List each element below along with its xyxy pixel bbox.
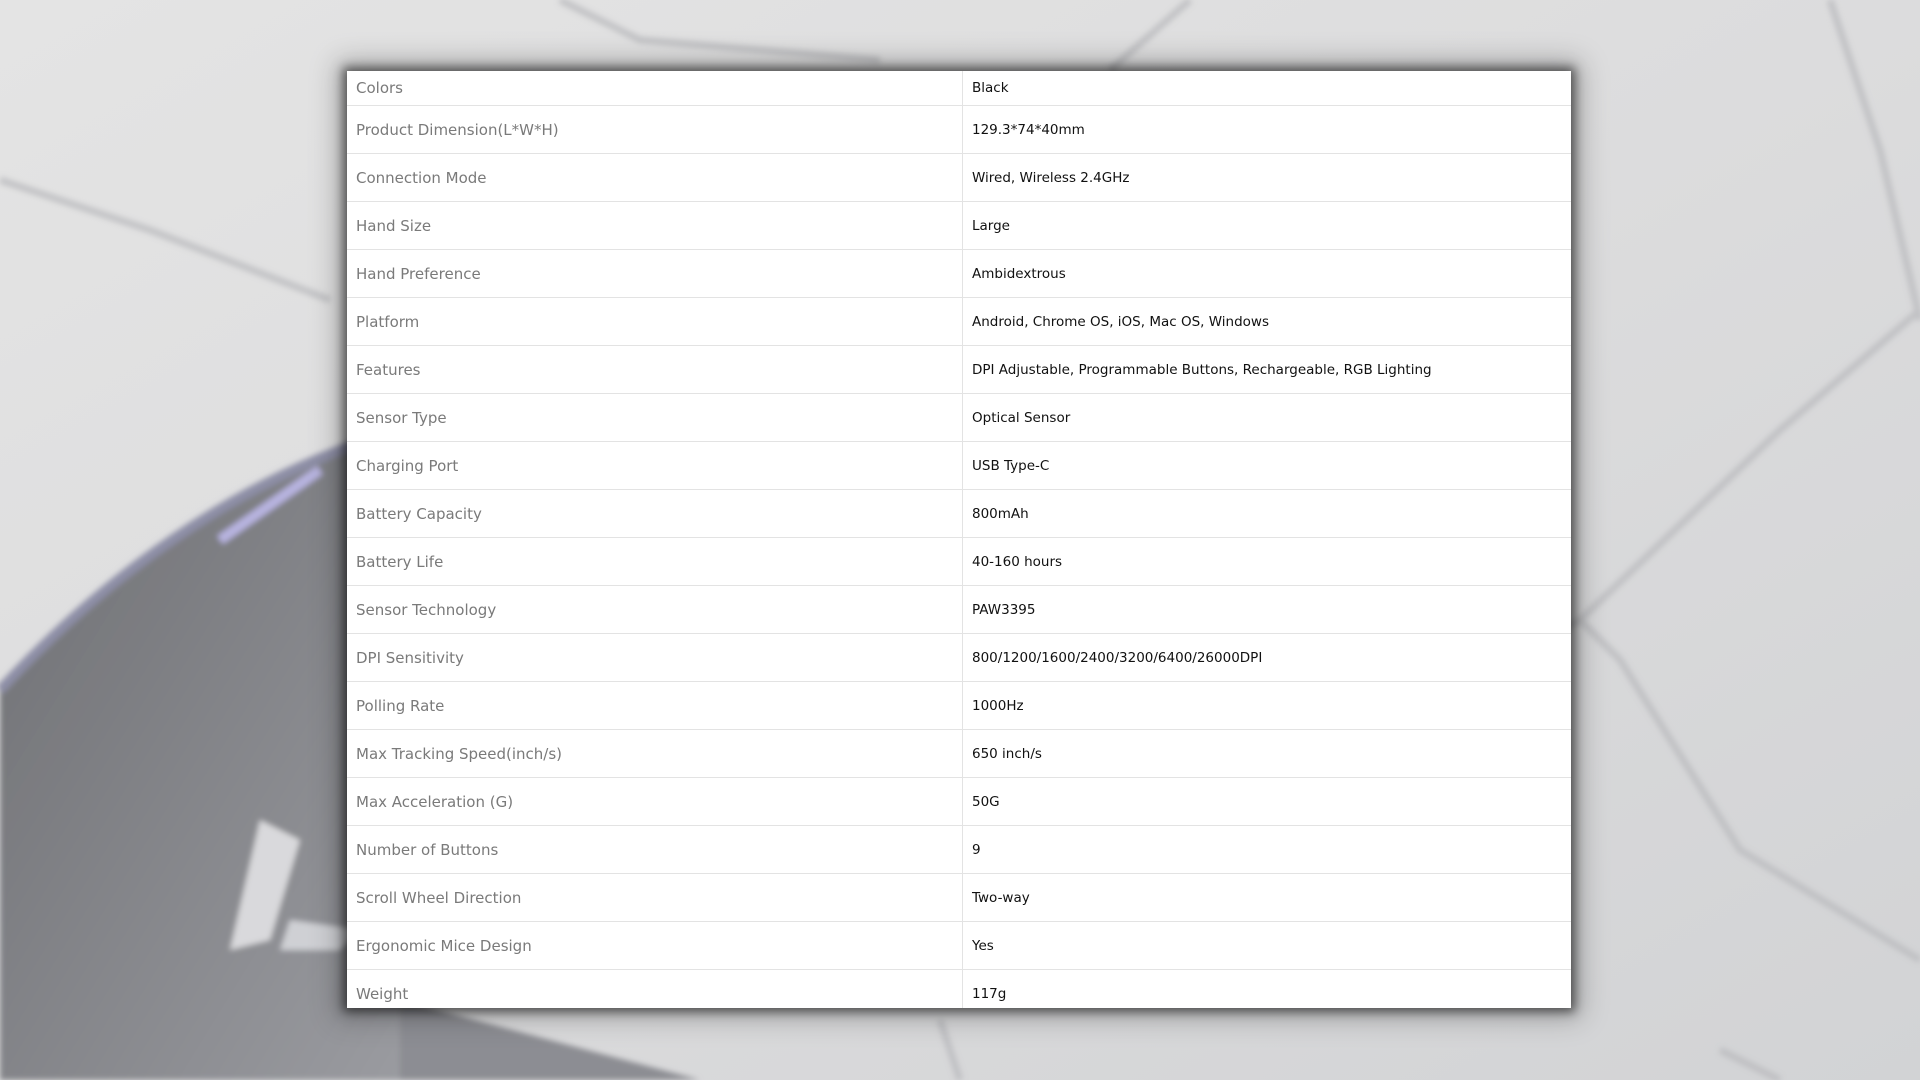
spec-label: Hand Preference <box>347 249 963 298</box>
table-row: Max Acceleration (G) 50G <box>347 777 1571 826</box>
table-row: Ergonomic Mice Design Yes <box>347 921 1571 970</box>
spec-value: Ambidextrous <box>962 249 1571 298</box>
spec-label: Product Dimension(L*W*H) <box>347 105 963 154</box>
table-row: Colors Black <box>347 71 1571 106</box>
spec-label: Ergonomic Mice Design <box>347 921 963 970</box>
table-row: Weight 117g <box>347 969 1571 1008</box>
spec-value: 129.3*74*40mm <box>962 105 1571 154</box>
spec-value: 40-160 hours <box>962 537 1571 586</box>
spec-value: PAW3395 <box>962 585 1571 634</box>
spec-label: Charging Port <box>347 441 963 490</box>
spec-label: Sensor Type <box>347 393 963 442</box>
table-row: DPI Sensitivity 800/1200/1600/2400/3200/… <box>347 633 1571 682</box>
spec-label: Connection Mode <box>347 153 963 202</box>
table-row: Battery Life 40-160 hours <box>347 537 1571 586</box>
spec-value: Large <box>962 201 1571 250</box>
spec-label: Number of Buttons <box>347 825 963 874</box>
spec-value: USB Type-C <box>962 441 1571 490</box>
spec-value: Optical Sensor <box>962 393 1571 442</box>
spec-value: 50G <box>962 777 1571 826</box>
spec-label: Platform <box>347 297 963 346</box>
spec-label: Colors <box>347 71 963 106</box>
table-row: Hand Size Large <box>347 201 1571 250</box>
spec-value: Android, Chrome OS, iOS, Mac OS, Windows <box>962 297 1571 346</box>
spec-label: Features <box>347 345 963 394</box>
spec-value: Wired, Wireless 2.4GHz <box>962 153 1571 202</box>
spec-value: 800/1200/1600/2400/3200/6400/26000DPI <box>962 633 1571 682</box>
spec-value: 1000Hz <box>962 681 1571 730</box>
spec-value: 800mAh <box>962 489 1571 538</box>
table-row: Number of Buttons 9 <box>347 825 1571 874</box>
specifications-panel: Colors Black Product Dimension(L*W*H) 12… <box>347 71 1571 1008</box>
table-row: Hand Preference Ambidextrous <box>347 249 1571 298</box>
spec-value: Yes <box>962 921 1571 970</box>
table-row: Features DPI Adjustable, Programmable Bu… <box>347 345 1571 394</box>
spec-value: 9 <box>962 825 1571 874</box>
table-row: Charging Port USB Type-C <box>347 441 1571 490</box>
spec-value: 650 inch/s <box>962 729 1571 778</box>
specifications-table-body: Colors Black Product Dimension(L*W*H) 12… <box>347 71 1571 1008</box>
table-row: Product Dimension(L*W*H) 129.3*74*40mm <box>347 105 1571 154</box>
spec-value: Two-way <box>962 873 1571 922</box>
table-row: Scroll Wheel Direction Two-way <box>347 873 1571 922</box>
spec-label: Sensor Technology <box>347 585 963 634</box>
table-row: Polling Rate 1000Hz <box>347 681 1571 730</box>
spec-label: Polling Rate <box>347 681 963 730</box>
spec-value: DPI Adjustable, Programmable Buttons, Re… <box>962 345 1571 394</box>
spec-label: Hand Size <box>347 201 963 250</box>
table-row: Max Tracking Speed(inch/s) 650 inch/s <box>347 729 1571 778</box>
table-row: Sensor Technology PAW3395 <box>347 585 1571 634</box>
spec-label: Battery Life <box>347 537 963 586</box>
table-row: Connection Mode Wired, Wireless 2.4GHz <box>347 153 1571 202</box>
spec-value: 117g <box>962 969 1571 1008</box>
spec-label: Battery Capacity <box>347 489 963 538</box>
spec-label: Scroll Wheel Direction <box>347 873 963 922</box>
table-row: Platform Android, Chrome OS, iOS, Mac OS… <box>347 297 1571 346</box>
spec-label: Weight <box>347 969 963 1008</box>
spec-value: Black <box>962 71 1571 106</box>
spec-label: Max Acceleration (G) <box>347 777 963 826</box>
specifications-table: Colors Black Product Dimension(L*W*H) 12… <box>347 71 1571 1008</box>
table-row: Sensor Type Optical Sensor <box>347 393 1571 442</box>
spec-label: Max Tracking Speed(inch/s) <box>347 729 963 778</box>
table-row: Battery Capacity 800mAh <box>347 489 1571 538</box>
spec-label: DPI Sensitivity <box>347 633 963 682</box>
